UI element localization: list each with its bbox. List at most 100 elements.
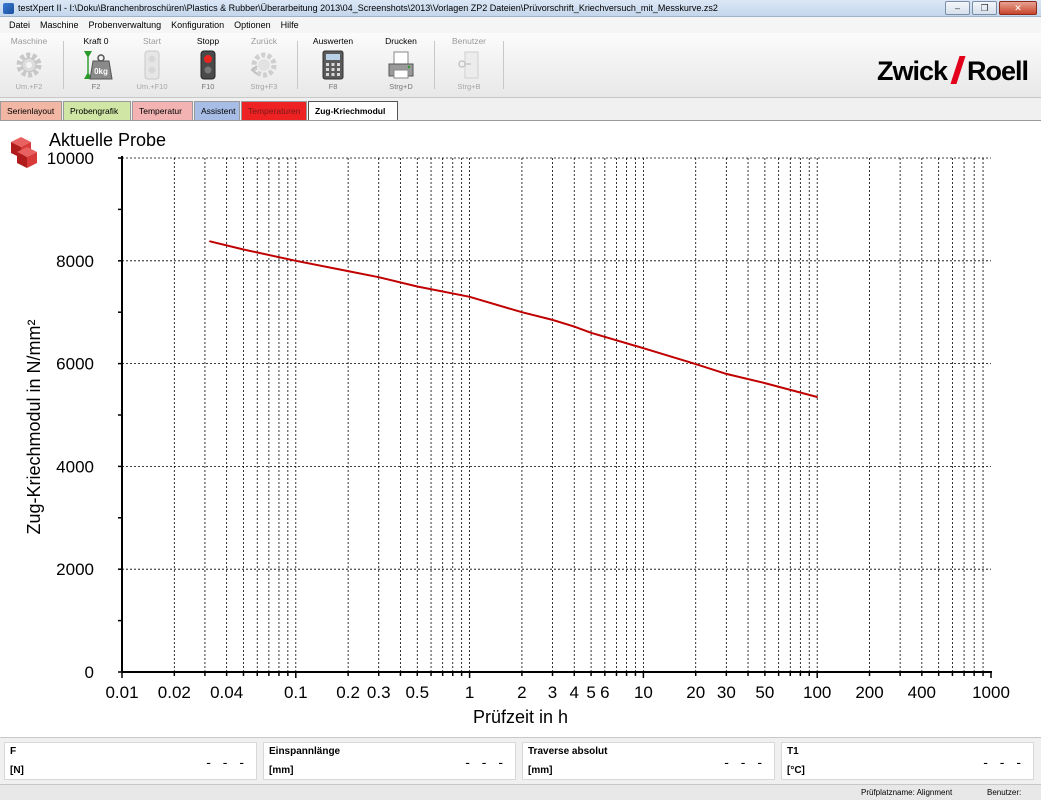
drucken-shortcut: Strg+D (389, 82, 413, 91)
zurueck-button[interactable]: Zurück Strg+F3 (239, 36, 289, 96)
logo-left-text: Zwick (876, 56, 948, 86)
zwick-roell-logo: Zwick Roell (876, 56, 1029, 87)
user-name: Benutzer: (987, 788, 1022, 797)
x-tick-label: 4 (570, 683, 579, 702)
maschine-button[interactable]: Maschine Um.+F2 (4, 36, 54, 96)
y-tick-label: 10000 (47, 149, 94, 168)
data-point (642, 347, 645, 349)
data-point (764, 382, 766, 384)
menu-maschine[interactable]: Maschine (35, 20, 84, 30)
weight-zero-icon: 0kg (79, 50, 113, 80)
x-tick-label: 30 (717, 683, 736, 702)
data-point (521, 311, 523, 313)
x-tick-label: 6 (600, 683, 609, 702)
x-tick-label: 0.2 (336, 683, 360, 702)
x-tick-label: 0.04 (210, 683, 243, 702)
maschine-label: Maschine (10, 36, 48, 46)
stopp-label: Stopp (196, 36, 220, 46)
menu-datei[interactable]: Datei (4, 20, 35, 30)
y-axis-title: Zug-Kriechmodul in N/mm² (24, 319, 44, 534)
door-key-icon (452, 50, 486, 80)
tab-serienlayout[interactable]: Serienlayout (0, 101, 62, 120)
traffic-light-icon (135, 50, 169, 80)
toolbar: Maschine Um.+F2 Kraft 0 0kg F2 Start Um.… (0, 33, 1041, 98)
y-tick-label: 8000 (56, 252, 94, 271)
zurueck-label: Zurück (251, 36, 277, 46)
x-tick-label: 2 (517, 683, 526, 702)
readout-label: F (10, 746, 17, 757)
data-point (551, 319, 554, 321)
tab-temperatur[interactable]: Temperatur (132, 101, 193, 120)
app-icon (3, 3, 14, 14)
readout-temperature: T1 [°C] - - - (781, 742, 1034, 780)
drucken-button[interactable]: Drucken Strg+D (376, 36, 426, 96)
tab-assistent[interactable]: Assistent (194, 101, 240, 120)
kraft0-label: Kraft 0 (83, 36, 109, 46)
tab-probengrafik[interactable]: Probengrafik (63, 101, 131, 120)
toolbar-separator (63, 41, 64, 89)
y-tick-label: 6000 (56, 355, 94, 374)
data-point (725, 373, 728, 375)
kraft0-icon-text: 0kg (94, 67, 108, 76)
data-point (590, 331, 592, 334)
creep-modulus-chart: 0 2000 4000 6000 8000 10000 0.01 0.02 0.04 0.1 0.2… (24, 149, 1010, 727)
window-controls: – ❐ ✕ (945, 1, 1037, 15)
gear-back-icon (247, 50, 281, 80)
readout-unit: [°C] (787, 765, 805, 776)
window-title: testXpert II - I:\Doku\Branchenbroschüre… (18, 3, 718, 13)
readout-clamping-length: Einspannlänge [mm] - - - (263, 742, 516, 780)
start-label: Start (143, 36, 161, 46)
close-button[interactable]: ✕ (999, 1, 1037, 15)
menu-optionen[interactable]: Optionen (229, 20, 276, 30)
data-point (347, 270, 349, 272)
auswerten-shortcut: F8 (328, 82, 338, 91)
x-tick-label: 100 (803, 683, 831, 702)
menu-probenverwaltung[interactable]: Probenverwaltung (84, 20, 167, 30)
minimize-button[interactable]: – (945, 1, 970, 15)
benutzer-shortcut: Strg+B (457, 82, 481, 91)
readout-unit: [mm] (269, 765, 294, 776)
menu-bar: Datei Maschine Probenverwaltung Konfigur… (0, 17, 1041, 33)
tab-temperaturen[interactable]: Temperaturen (241, 101, 307, 120)
x-tick-label: 3 (548, 683, 557, 702)
status-bar: Prüfplatzname: Alignment Benutzer: (0, 784, 1041, 800)
toolbar-separator (503, 41, 504, 89)
status-panel: F [N] - - - Einspannlänge [mm] - - - Tra… (0, 737, 1041, 783)
stopp-button[interactable]: Stopp F10 (183, 36, 233, 96)
auswerten-button[interactable]: Auswerten F8 (308, 36, 358, 96)
kraft0-button[interactable]: Kraft 0 0kg F2 (71, 36, 121, 96)
calculator-icon (316, 50, 350, 80)
x-tick-label: 5 (586, 683, 595, 702)
gear-icon (12, 50, 46, 80)
y-tick-label: 0 (85, 663, 94, 682)
logo-slash (950, 56, 966, 84)
x-tick-label: 1 (465, 683, 474, 702)
tab-zug-kriechmodul[interactable]: Zug-Kriechmodul (308, 101, 398, 120)
menu-hilfe[interactable]: Hilfe (276, 20, 304, 30)
auswerten-label: Auswerten (312, 36, 354, 46)
x-tick-label: 200 (855, 683, 883, 702)
kraft0-shortcut: F2 (91, 82, 101, 91)
stopp-shortcut: F10 (201, 82, 215, 91)
readout-label: T1 (787, 746, 799, 757)
data-point (468, 295, 471, 298)
maximize-button[interactable]: ❐ (972, 1, 997, 15)
x-tick-label: 0.01 (105, 683, 138, 702)
drucken-label: Drucken (385, 36, 417, 46)
y-tick-label: 2000 (56, 560, 94, 579)
readout-label: Traverse absolut (528, 746, 608, 757)
menu-konfiguration[interactable]: Konfiguration (166, 20, 229, 30)
logo-right-text: Roell (966, 56, 1029, 86)
data-point (242, 248, 245, 251)
benutzer-button[interactable]: Benutzer Strg+B (444, 36, 494, 96)
y-tick-label: 4000 (56, 457, 94, 476)
readout-value: - - - (983, 754, 1025, 770)
start-button[interactable]: Start Um.+F10 (127, 36, 177, 96)
zurueck-shortcut: Strg+F3 (250, 82, 278, 91)
toolbar-separator (434, 41, 435, 89)
printer-icon (384, 50, 418, 80)
x-tick-label: 400 (908, 683, 936, 702)
tab-strip: Serienlayout Probengrafik Temperatur Ass… (0, 101, 399, 121)
data-point (694, 363, 697, 365)
x-tick-label: 20 (686, 683, 705, 702)
